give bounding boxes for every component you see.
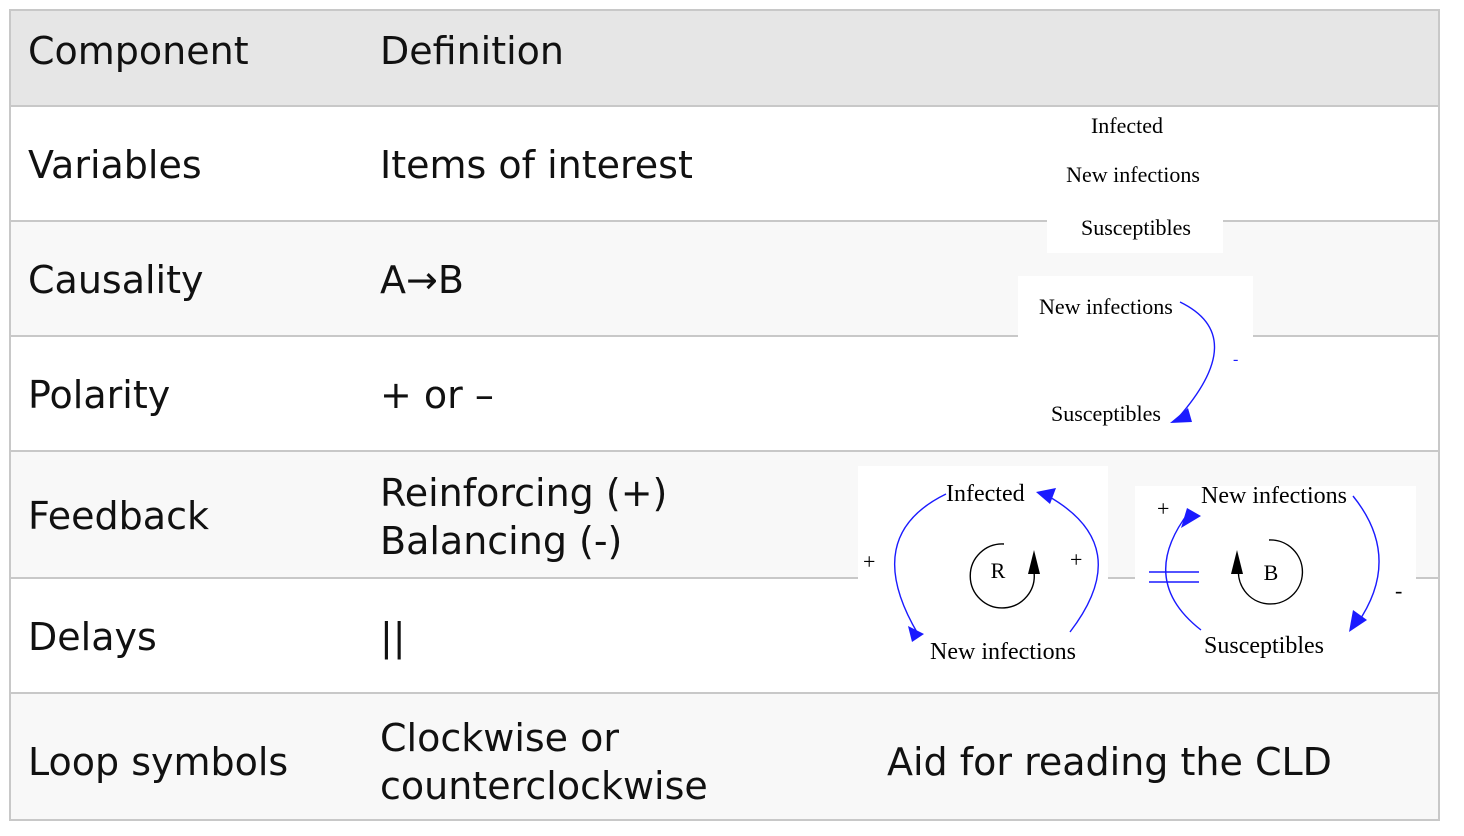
r-loop-symbol: R [991, 558, 1006, 583]
arrowhead-icon [1170, 408, 1192, 423]
var-infected: Infected [1091, 113, 1163, 138]
loop-arrow-icon [1231, 550, 1243, 574]
r-left-sign: + [863, 549, 875, 574]
causality-svg: New infections Susceptibles - [1039, 294, 1238, 426]
component-loop-symbols: Loop symbols [28, 740, 289, 784]
polarity-sign: - [1233, 351, 1238, 368]
b-right-sign: - [1395, 578, 1402, 603]
definition-delays: || [380, 615, 406, 659]
variables-figure: Infected New infections Susceptibles [1047, 109, 1223, 253]
header-definition: Definition [380, 29, 565, 73]
component-variables: Variables [28, 143, 202, 187]
table-header-row: Component Definition [11, 11, 1438, 105]
b-right-link [1352, 495, 1380, 625]
component-delays: Delays [28, 615, 157, 659]
component-polarity: Polarity [28, 373, 171, 417]
definition-loop-symbols-line2: counterclockwise [380, 764, 708, 808]
reinforcing-loop-figure: Infected New infections + + R [858, 466, 1108, 666]
b-loop-top: New infections [1201, 486, 1347, 509]
arrowhead-icon [1036, 488, 1056, 504]
definition-causality: A→B [380, 258, 464, 302]
b-loop-symbol: B [1264, 560, 1279, 585]
definition-polarity: + or – [380, 373, 494, 417]
r-loop-bottom: New infections [930, 639, 1076, 665]
definition-loop-symbols-line1: Clockwise or [380, 716, 620, 760]
component-feedback: Feedback [28, 494, 209, 538]
header-component: Component [28, 29, 249, 73]
table-row-loop-symbols: Loop symbols Clockwise or counterclockwi… [11, 692, 1438, 819]
component-causality: Causality [28, 258, 204, 302]
aid-text: Aid for reading the CLD [887, 740, 1332, 784]
var-susceptibles: Susceptibles [1081, 215, 1191, 240]
b-loop-bottom: Susceptibles [1204, 633, 1324, 659]
b-left-sign: + [1157, 496, 1169, 521]
cause-from: New infections [1039, 294, 1173, 319]
balancing-loop-figure: New infections Susceptibles + - B [1135, 483, 1416, 682]
table-row-variables: Variables Items of interest [11, 105, 1438, 220]
definition-feedback-reinforcing: Reinforcing (+) [380, 471, 668, 515]
balancing-loop-svg: New infections Susceptibles + - B [1149, 483, 1402, 659]
loop-arrow-icon [1028, 550, 1040, 574]
causal-link-arrow [1177, 301, 1216, 419]
arrowhead-icon [1181, 508, 1201, 528]
variables-svg: Infected New infections Susceptibles [1066, 113, 1200, 240]
arrowhead-icon [908, 626, 924, 642]
b-left-link [1165, 511, 1202, 631]
definition-variables: Items of interest [380, 143, 693, 187]
causality-figure: New infections Susceptibles - [1018, 276, 1253, 439]
r-loop-top: Infected [946, 481, 1025, 507]
var-new-infections: New infections [1066, 162, 1200, 187]
reinforcing-loop-svg: Infected New infections + + R [863, 481, 1099, 665]
definition-feedback-balancing: Balancing (-) [380, 519, 623, 563]
r-left-link [894, 493, 947, 635]
r-right-sign: + [1070, 547, 1082, 572]
cause-to: Susceptibles [1051, 401, 1161, 426]
